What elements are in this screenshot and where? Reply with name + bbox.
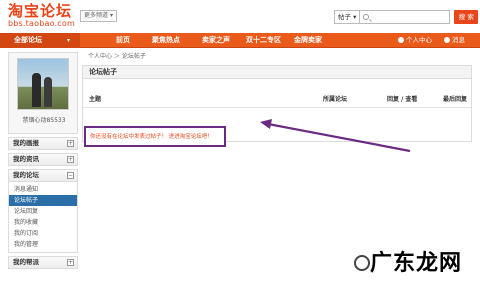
bell-icon [444,37,450,43]
logo-url: bbs.taobao.com [8,19,75,28]
column-header-forum: 所属论坛 [323,96,348,103]
search-button[interactable]: 搜 索 [454,10,479,24]
username[interactable]: 禁锢心动85533 [9,115,79,124]
sidebar-section-label: 我的帮派 [13,258,39,266]
watermark: 广东龙网 [370,251,463,276]
column-header-replies-views: 回复 / 查看 [387,96,418,103]
nav-personal-center-label: 个人中心 [406,36,432,44]
sidebar-section-label: 我的论坛 [13,171,39,179]
nav-item-gold-seller[interactable]: 金牌卖家 [294,33,322,48]
empty-state-message[interactable]: 你还没有在论坛中发表过帖子！ 进进淘宝论坛吧！ [90,132,213,142]
sidebar-item-notifications[interactable]: 消息通知 [9,184,77,195]
sidebar-section-label: 我的资讯 [13,155,39,163]
search-type-select[interactable]: 帖子 ▾ [334,10,361,24]
nav-all-forums-label: 全部论坛 [14,36,42,44]
search-type-label: 帖子 [338,13,351,21]
watermark-logo-ring [354,255,370,271]
profile-card: 禁锢心动85533 [8,52,78,134]
user-icon [398,37,404,43]
sidebar-forum-list: 消息通知 论坛帖子 论坛回复 我的收藏 我的订阅 我的管理 [8,182,78,253]
search-bar: 帖子 ▾ 搜 索 [334,10,479,24]
column-header-topic: 主题 [89,96,102,103]
sidebar-section-news[interactable]: 我的资讯 + [8,153,78,166]
chevron-down-icon: ▾ [353,13,357,21]
logo-title: 淘宝论坛 [8,2,73,20]
sidebar-item-management[interactable]: 我的管理 [9,239,77,250]
avatar-figure [44,77,52,107]
table-header: 主题 所属论坛 回复 / 查看 最后回复 [83,92,471,108]
expand-icon[interactable]: + [67,140,74,147]
avatar[interactable] [17,58,69,110]
nav-item-hot[interactable]: 聚焦热点 [152,33,180,48]
collapse-icon[interactable]: − [67,172,74,179]
sidebar-item-forum-replies[interactable]: 论坛回复 [9,206,77,217]
sidebar-section-label: 我的画报 [13,139,39,147]
nav-item-double-twelve[interactable]: 双十二专区 [246,33,281,48]
empty-state-highlight: 你还没有在论坛中发表过帖子！ 进进淘宝论坛吧！ [84,126,226,147]
main-nav: 全部论坛 ▾ 前页 聚焦热点 卖家之声 双十二专区 金牌卖家 个人中心 消息 [0,33,480,48]
sidebar-section-forum[interactable]: 我的论坛 − [8,169,78,182]
page-title: 论坛帖子 [83,66,471,79]
nav-item-home[interactable]: 前页 [116,33,130,48]
sidebar-section-guild[interactable]: 我的帮派 + [8,256,78,269]
chevron-down-icon: ▾ [109,12,113,19]
nav-messages[interactable]: 消息 [444,33,465,48]
nav-item-seller-voice[interactable]: 卖家之声 [202,33,230,48]
avatar-figure [32,73,41,107]
sidebar-item-subscriptions[interactable]: 我的订阅 [9,228,77,239]
nav-all-forums[interactable]: 全部论坛 ▾ [0,33,80,48]
breadcrumb: 个人中心 ＞ 论坛帖子 [88,53,146,60]
chevron-down-icon: ▾ [66,37,70,44]
column-header-last-reply: 最后回复 [443,96,468,103]
main-content: 个人中心 ＞ 论坛帖子 论坛帖子 主题 所属论坛 回复 / 查看 最后回复 你还… [82,52,472,147]
expand-icon[interactable]: + [67,156,74,163]
nav-personal-center[interactable]: 个人中心 [398,33,432,48]
sidebar-section-pictorial[interactable]: 我的画报 + [8,137,78,150]
header: 淘宝论坛 bbs.taobao.com 更多频道 ▾ 帖子 ▾ 搜 索 [0,0,480,32]
nav-messages-label: 消息 [452,36,465,44]
sidebar: 禁锢心动85533 我的画报 + 我的资讯 + 我的论坛 − 消息通知 论坛帖子 论坛… [8,52,78,296]
forum-posts-panel: 论坛帖子 主题 所属论坛 回复 / 查看 最后回复 你还没有在论坛中发表过帖子！… [82,65,472,147]
more-channels-label: 更多频道 [84,12,109,19]
logo[interactable]: 淘宝论坛 bbs.taobao.com [8,3,75,28]
sidebar-item-favorites[interactable]: 我的收藏 [9,217,77,228]
more-channels-select[interactable]: 更多频道 ▾ [80,10,117,22]
search-icon [363,14,370,20]
sidebar-item-forum-posts[interactable]: 论坛帖子 [9,195,77,206]
expand-icon[interactable]: + [67,259,74,266]
search-input[interactable] [360,10,451,24]
